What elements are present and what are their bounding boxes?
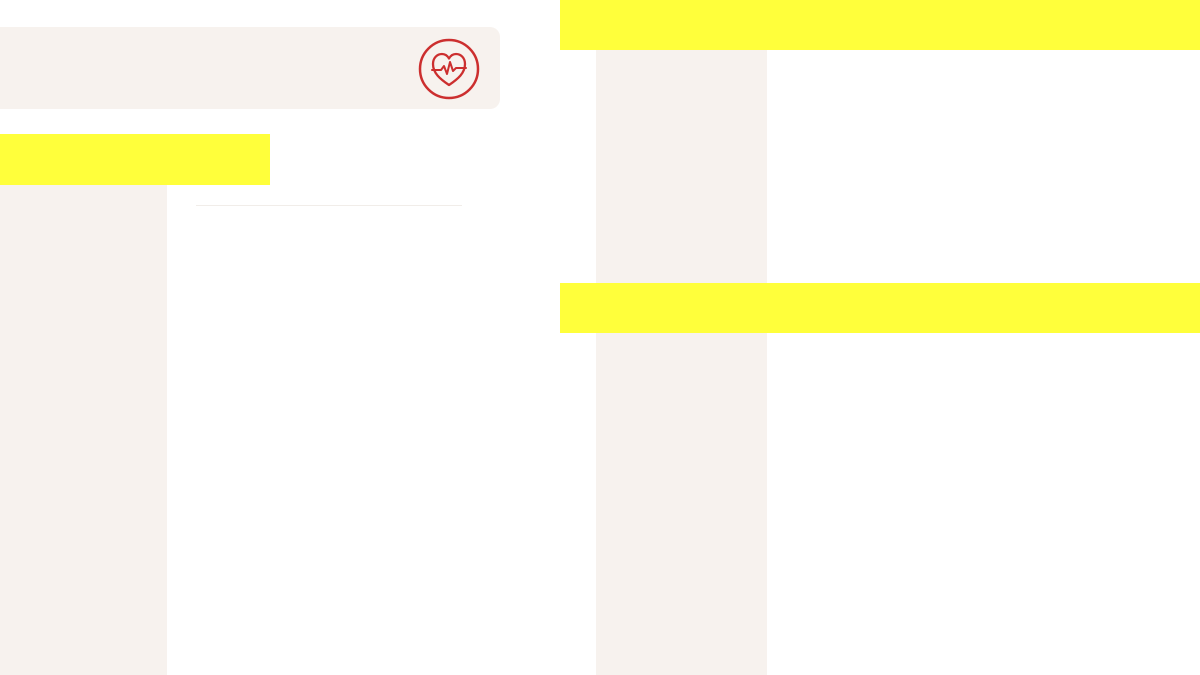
heart-pulse-icon	[418, 38, 480, 100]
left-column	[0, 185, 167, 675]
left-divider	[196, 205, 462, 206]
right-middle-highlight-bar	[560, 283, 1200, 333]
left-highlight-bar	[0, 134, 270, 185]
right-column-top	[596, 50, 767, 283]
right-top-highlight-bar	[560, 0, 1200, 50]
right-column-bottom	[596, 333, 767, 675]
